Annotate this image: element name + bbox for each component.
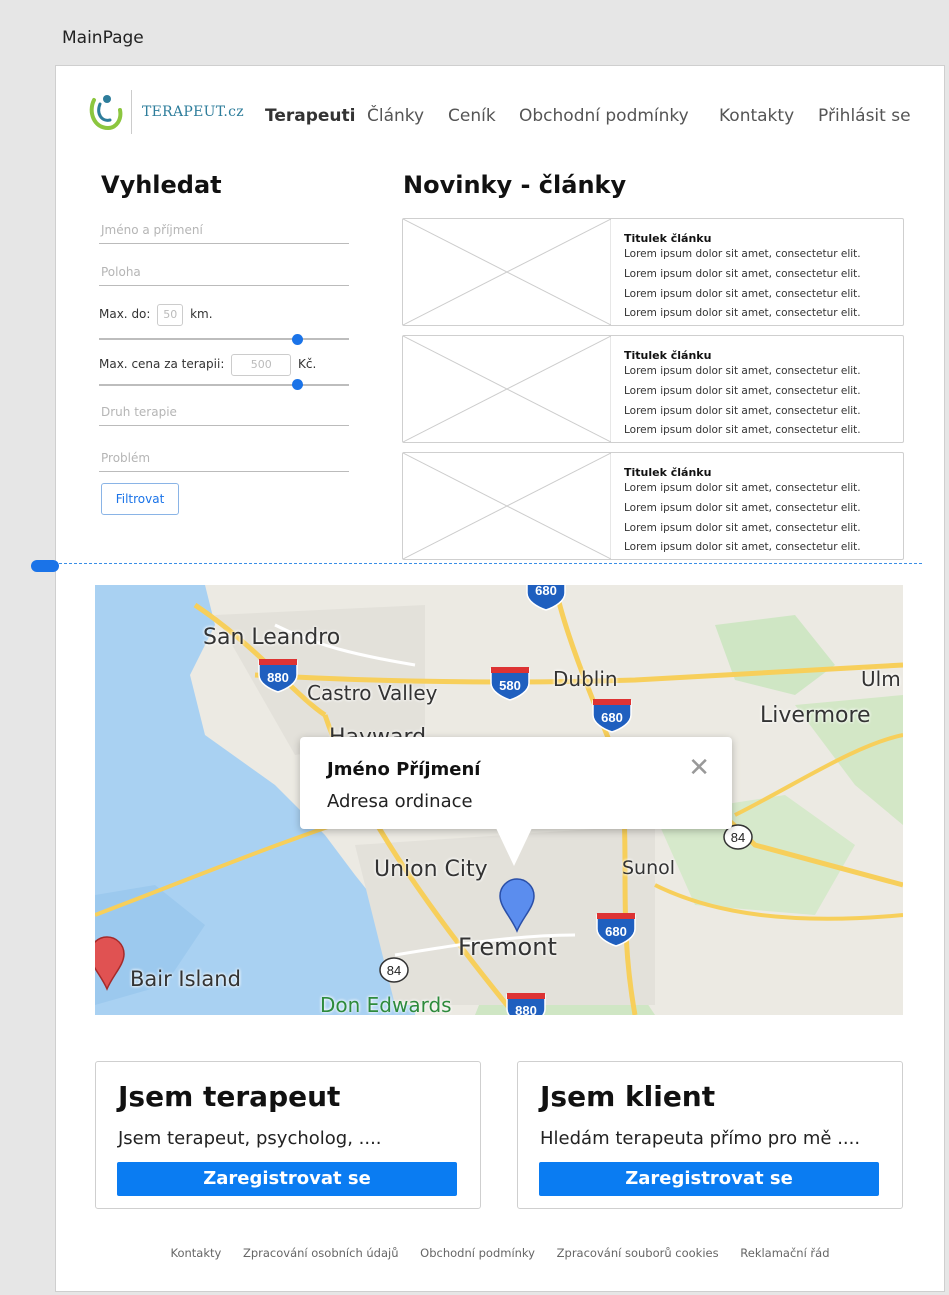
max-price-label: Max. cena za terapii: [99,357,225,371]
article-image-placeholder [403,453,611,559]
article-card[interactable]: Titulek článku Lorem ipsum dolor sit ame… [402,452,904,560]
location-input[interactable]: Poloha [99,263,349,286]
interstate-shield-icon: 580 [490,667,530,701]
footer-link-complaints[interactable]: Reklamační řád [740,1246,829,1260]
footer-link-personal-data[interactable]: Zpracování osobních údajů [243,1246,399,1260]
article-text: Lorem ipsum dolor sit amet, consectetur … [624,248,861,260]
nav-kontakty[interactable]: Kontakty [719,106,794,126]
name-input[interactable]: Jméno a příjmení [99,221,349,244]
nav-login[interactable]: Přihlásit se [818,106,911,126]
svg-text:680: 680 [535,585,557,598]
article-card[interactable]: Titulek článku Lorem ipsum dolor sit ame… [402,218,904,326]
nav-clanky[interactable]: Články [367,106,424,126]
therapist-card: Jsem terapeut Jsem terapeut, psycholog, … [95,1061,481,1209]
max-distance-slider-thumb[interactable] [291,334,303,345]
map-marker-blue-icon[interactable] [497,877,537,933]
article-title: Titulek článku [624,349,712,362]
popup-pointer [496,828,532,866]
svg-text:880: 880 [267,670,289,685]
footer: Kontakty Zpracování osobních údajů Obcho… [56,1246,944,1260]
fold-divider [34,563,922,564]
interstate-shield-icon: 880 [506,993,546,1015]
therapist-register-button[interactable]: Zaregistrovat se [117,1162,457,1196]
max-price-slider[interactable] [99,384,349,386]
popup-therapist-name: Jméno Příjmení [327,759,481,780]
svg-text:84: 84 [731,830,745,845]
logo-icon [89,95,123,131]
nav-terapeuti[interactable]: Terapeuti [265,106,355,126]
article-text: Lorem ipsum dolor sit amet, consectetur … [624,288,861,300]
nav-cenik[interactable]: Ceník [448,106,496,126]
interstate-shield-icon: 680 [592,699,632,733]
footer-link-terms[interactable]: Obchodní podmínky [420,1246,535,1260]
therapy-type-input[interactable]: Druh terapie [99,403,349,426]
article-text: Lorem ipsum dolor sit amet, consectetur … [624,268,861,280]
problem-input[interactable]: Problém [99,449,349,472]
state-route-shield-icon: 84 [379,957,409,983]
max-price-slider-thumb[interactable] [291,379,303,390]
article-text: Lorem ipsum dolor sit amet, consectetur … [624,522,861,534]
article-image-placeholder [403,336,611,442]
map-info-popup: Jméno Příjmení Adresa ordinace ✕ [300,737,732,866]
footer-link-cookies[interactable]: Zpracování souborů cookies [557,1246,719,1260]
search-title: Vyhledat [101,171,222,199]
interstate-shield-icon: 680 [526,585,566,611]
client-register-button[interactable]: Zaregistrovat se [539,1162,879,1196]
interstate-shield-icon: 880 [258,659,298,693]
map-marker-red-icon[interactable] [95,935,127,991]
article-image-placeholder [403,219,611,325]
client-card: Jsem klient Hledám terapeuta přímo pro m… [517,1061,903,1209]
article-text: Lorem ipsum dolor sit amet, consectetur … [624,541,861,553]
article-text: Lorem ipsum dolor sit amet, consectetur … [624,385,861,397]
max-price-input[interactable]: 500 [231,354,292,376]
therapist-card-text: Jsem terapeut, psycholog, .... [118,1128,382,1149]
svg-text:580: 580 [499,678,521,693]
svg-text:880: 880 [515,1003,537,1015]
news-title: Novinky - články [403,171,627,199]
max-price-row: Max. cena za terapii: 500 Kč. [99,354,316,376]
fold-divider-handle[interactable] [31,560,59,572]
interstate-shield-icon: 680 [596,913,636,947]
logo-text: TERAPEUT.cz [142,104,244,120]
article-text: Lorem ipsum dolor sit amet, consectetur … [624,482,861,494]
footer-link-kontakty[interactable]: Kontakty [170,1246,221,1260]
svg-text:84: 84 [387,963,401,978]
logo-separator [131,90,132,134]
max-distance-input[interactable]: 50 [157,304,184,326]
max-distance-unit: km. [190,307,213,321]
article-text: Lorem ipsum dolor sit amet, consectetur … [624,307,861,319]
max-distance-row: Max. do: 50 km. [99,304,213,326]
nav-obchodni-podminky[interactable]: Obchodní podmínky [519,106,689,126]
map[interactable]: San Leandro Castro Valley Dublin Livermo… [95,585,903,1015]
max-price-unit: Kč. [298,357,317,371]
max-distance-label: Max. do: [99,307,151,321]
main-page: TERAPEUT.cz Terapeuti Články Ceník Obcho… [31,65,945,1292]
article-title: Titulek článku [624,232,712,245]
close-icon[interactable]: ✕ [688,755,710,781]
client-card-text: Hledám terapeuta přímo pro mě .... [540,1128,861,1149]
filter-button[interactable]: Filtrovat [101,483,179,515]
max-distance-slider[interactable] [99,338,349,340]
frame-title: MainPage [62,28,144,48]
article-text: Lorem ipsum dolor sit amet, consectetur … [624,424,861,436]
therapist-card-title: Jsem terapeut [118,1080,341,1113]
article-text: Lorem ipsum dolor sit amet, consectetur … [624,502,861,514]
article-text: Lorem ipsum dolor sit amet, consectetur … [624,365,861,377]
popup-address: Adresa ordinace [327,791,473,812]
article-card[interactable]: Titulek článku Lorem ipsum dolor sit ame… [402,335,904,443]
client-card-title: Jsem klient [540,1080,716,1113]
article-title: Titulek článku [624,466,712,479]
svg-text:680: 680 [605,924,627,939]
article-text: Lorem ipsum dolor sit amet, consectetur … [624,405,861,417]
svg-text:680: 680 [601,710,623,725]
